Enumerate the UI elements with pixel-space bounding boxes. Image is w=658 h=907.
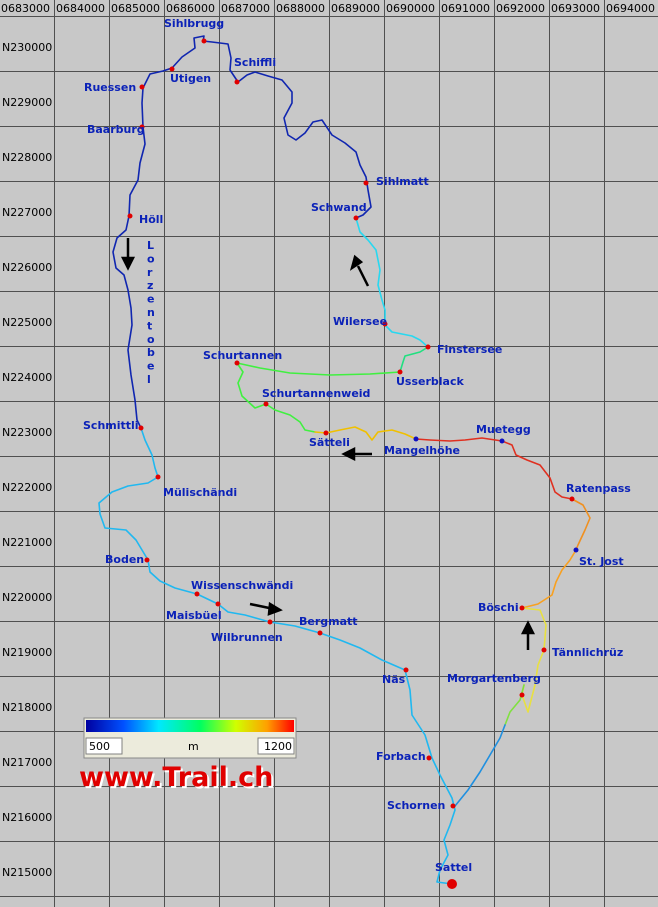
legend-min: 500: [89, 740, 110, 753]
label-wilersee: Wilersee: [333, 315, 387, 328]
northing-label: N227000: [2, 206, 52, 219]
easting-label: 0692000: [496, 2, 545, 15]
label-finstersee: Finstersee: [437, 343, 502, 356]
label-sihlbrugg: Sihlbrugg: [164, 17, 224, 30]
easting-label: 0687000: [221, 2, 270, 15]
label-schiffli: Schiffli: [234, 56, 276, 69]
northing-label: N229000: [2, 96, 52, 109]
label-ruessen: Ruessen: [84, 81, 136, 94]
easting-label: 0688000: [276, 2, 325, 15]
label-morgartenberg: Morgartenberg: [447, 672, 541, 685]
label-sihlmatt: Sihlmatt: [376, 175, 429, 188]
northing-label: N228000: [2, 151, 52, 164]
northing-label: N225000: [2, 316, 52, 329]
northing-label: N217000: [2, 756, 52, 769]
valley-letter: b: [147, 346, 155, 359]
label-usserblack: Usserblack: [396, 375, 465, 388]
easting-label: 0683000: [1, 2, 50, 15]
label-utigen: Utigen: [170, 72, 211, 85]
valley-letter: z: [147, 279, 153, 292]
label-boeschi: Böschi: [478, 601, 519, 614]
valley-letter: L: [147, 239, 154, 252]
label-wissenschwaendi: Wissenschwändi: [191, 579, 293, 592]
label-bergmatt: Bergmatt: [299, 615, 358, 628]
label-baarburg: Baarburg: [87, 123, 145, 136]
label-naes: Näs: [382, 673, 406, 686]
label-wilbrunnen: Wilbrunnen: [211, 631, 283, 644]
valley-letter: e: [147, 293, 154, 306]
northing-label: N224000: [2, 371, 52, 384]
label-muelischaendi: Mülischändi: [163, 486, 237, 499]
label-hoell: Höll: [139, 213, 163, 226]
northing-label: N230000: [2, 41, 52, 54]
easting-label: 0691000: [441, 2, 490, 15]
label-maisbueel: Maisbüel: [166, 609, 222, 622]
legend-gradient: [86, 720, 294, 732]
easting-label: 0689000: [331, 2, 380, 15]
easting-label: 0684000: [56, 2, 105, 15]
label-sattel: Sattel: [435, 861, 472, 874]
legend-max: 1200: [264, 740, 292, 753]
label-boden: Boden: [105, 553, 144, 566]
legend-unit: m: [188, 740, 199, 753]
label-muetegg: Muetegg: [476, 423, 531, 436]
valley-letter: r: [147, 266, 153, 279]
valley-letter: o: [147, 333, 155, 346]
valley-letter: o: [147, 252, 155, 265]
northing-label: N215000: [2, 866, 52, 879]
easting-label: 0686000: [166, 2, 215, 15]
northing-label: N216000: [2, 811, 52, 824]
northing-label: N218000: [2, 701, 52, 714]
start-end-marker: [447, 879, 457, 889]
valley-letter: n: [147, 306, 155, 319]
northing-label: N223000: [2, 426, 52, 439]
label-saetteli: Sätteli: [309, 436, 350, 449]
label-mangelhoehe: Mangelhöhe: [384, 444, 460, 457]
northing-label: N219000: [2, 646, 52, 659]
label-schmittli: Schmittli: [83, 419, 139, 432]
northing-label: N221000: [2, 536, 52, 549]
valley-label-lorzentobel: Lorzentobel: [147, 239, 155, 386]
easting-label: 0690000: [386, 2, 435, 15]
label-schornen: Schornen: [387, 799, 445, 812]
label-schwand: Schwand: [311, 201, 367, 214]
label-schurtannenweid: Schurtannenweid: [262, 387, 370, 400]
elevation-legend: 500 m 1200: [83, 717, 297, 759]
route-map: 0683000 0684000 0685000 0686000 0687000 06880…: [0, 0, 658, 907]
valley-letter: t: [147, 319, 152, 332]
valley-letter: l: [147, 373, 151, 386]
label-st-jost: St. Jost: [579, 555, 624, 568]
label-schurtannen: Schurtannen: [203, 349, 282, 362]
easting-label: 0693000: [551, 2, 600, 15]
label-taennlichruez: Tännlichrüz: [552, 646, 623, 659]
easting-label: 0694000: [606, 2, 655, 15]
label-forbach: Forbach: [376, 750, 426, 763]
northing-label: N226000: [2, 261, 52, 274]
valley-letter: e: [147, 360, 154, 373]
easting-label: 0685000: [111, 2, 160, 15]
label-ratenpass: Ratenpass: [566, 482, 631, 495]
brand-logo: www.Trail.ch: [79, 762, 273, 793]
northing-label: N222000: [2, 481, 52, 494]
northing-label: N220000: [2, 591, 52, 604]
